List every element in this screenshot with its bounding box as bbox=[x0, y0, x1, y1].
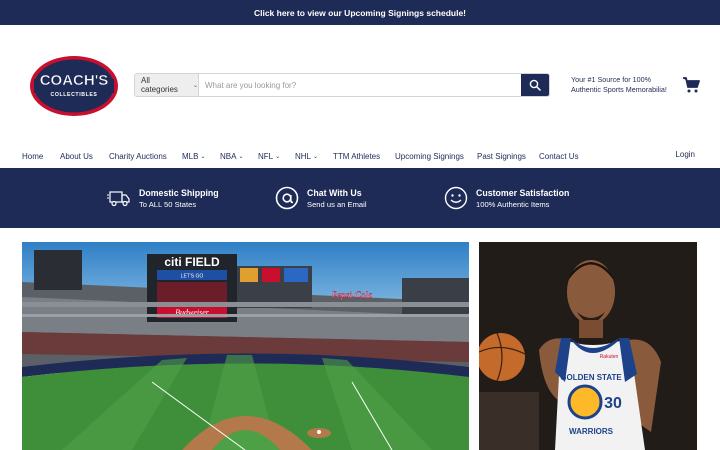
nav-item-label: Charity Auctions bbox=[109, 151, 167, 161]
benefit-title: Domestic Shipping bbox=[139, 187, 219, 198]
chevron-down-icon: ⌄ bbox=[192, 82, 198, 89]
nav-item-label: About Us bbox=[60, 151, 93, 161]
nav-item-label: MLB bbox=[182, 151, 199, 161]
announcement-text[interactable]: Click here to view our Upcoming Signings… bbox=[254, 8, 466, 18]
logo-wordmark: COACH'S bbox=[40, 72, 109, 89]
chevron-down-icon: ⌄ bbox=[200, 153, 206, 160]
nav-item-nba[interactable]: NBA ⌄ bbox=[220, 152, 243, 161]
jersey-team-line1: GOLDEN STATE bbox=[560, 373, 622, 382]
nav-item-home[interactable]: Home bbox=[22, 152, 43, 161]
announcement-bar[interactable]: Click here to view our Upcoming Signings… bbox=[0, 0, 720, 25]
at-sign-icon bbox=[275, 186, 299, 210]
jersey-number: 30 bbox=[604, 395, 622, 412]
nav-item-ttm-athletes[interactable]: TTM Athletes bbox=[333, 152, 380, 161]
nav-item-about-us[interactable]: About Us bbox=[60, 152, 93, 161]
scoreboard-sign: LET'S GO bbox=[181, 274, 204, 280]
search-bar: All categories ⌄ bbox=[134, 73, 550, 97]
benefit-satisfaction: Customer Satisfaction 100% Authentic Ite… bbox=[444, 168, 569, 228]
nav-item-label: TTM Athletes bbox=[333, 151, 381, 161]
benefit-subtitle: To ALL 50 States bbox=[139, 199, 197, 209]
search-input[interactable] bbox=[199, 74, 521, 96]
search-icon bbox=[529, 79, 541, 91]
hero-image-player[interactable]: Rakuten GOLDEN STATE 30 WARRIORS bbox=[479, 242, 697, 450]
nav-item-label: Upcoming Signings bbox=[395, 151, 464, 161]
category-select-label: All categories bbox=[141, 76, 178, 94]
jersey-sponsor: Rakuten bbox=[600, 354, 619, 360]
jersey-team-line2: WARRIORS bbox=[569, 427, 614, 436]
benefit-title: Chat With Us bbox=[307, 187, 362, 198]
benefit-subtitle: 100% Authentic Items bbox=[476, 199, 550, 209]
player-illustration: Rakuten GOLDEN STATE 30 WARRIORS bbox=[479, 242, 697, 450]
chevron-down-icon: ⌄ bbox=[313, 153, 319, 160]
benefit-title: Customer Satisfaction bbox=[476, 187, 570, 198]
nav-item-upcoming-signings[interactable]: Upcoming Signings bbox=[395, 152, 464, 161]
tagline: Your #1 Source for 100% Authentic Sports… bbox=[571, 75, 671, 95]
benefit-chat[interactable]: Chat With Us Send us an Email bbox=[275, 168, 367, 228]
nav-item-contact-us[interactable]: Contact Us bbox=[539, 152, 579, 161]
search-button[interactable] bbox=[521, 74, 549, 96]
nav-item-label: Past Signings bbox=[477, 151, 526, 161]
tagline-line1: Your #1 Source for 100% bbox=[571, 75, 652, 84]
chevron-down-icon: ⌄ bbox=[275, 153, 281, 160]
nav-item-label: Home bbox=[22, 151, 44, 161]
benefit-shipping: Domestic Shipping To ALL 50 States bbox=[107, 168, 219, 228]
nav-item-label: NFL bbox=[258, 151, 274, 161]
cart-icon[interactable] bbox=[682, 76, 700, 94]
nav-item-label: NHL bbox=[295, 151, 312, 161]
chevron-down-icon: ⌄ bbox=[238, 153, 244, 160]
smiley-icon bbox=[444, 186, 468, 210]
nav-item-past-signings[interactable]: Past Signings bbox=[477, 152, 526, 161]
login-link[interactable]: Login bbox=[675, 150, 695, 159]
nav-item-nhl[interactable]: NHL ⌄ bbox=[295, 152, 318, 161]
tagline-line2: Authentic Sports Memorabilia! bbox=[571, 85, 667, 94]
nav-item-label: NBA bbox=[220, 151, 237, 161]
nav-item-mlb[interactable]: MLB ⌄ bbox=[182, 152, 205, 161]
benefit-subtitle: Send us an Email bbox=[307, 199, 367, 209]
truck-icon bbox=[107, 191, 130, 207]
hero-image-stadium[interactable]: citi FIELD LET'S GO Budweiser Pepsi-Cola bbox=[22, 242, 469, 450]
scoreboard-title: citi FIELD bbox=[164, 255, 220, 269]
main-nav: Home About Us Charity Auctions MLB ⌄ NBA ⌄… bbox=[0, 145, 720, 167]
nav-item-nfl[interactable]: NFL ⌄ bbox=[258, 152, 280, 161]
pepsi-sign: Pepsi-Cola bbox=[331, 290, 373, 300]
site-header: COACH'S COLLECTIBLES All categories ⌄ Yo… bbox=[0, 25, 720, 145]
nav-item-label: Contact Us bbox=[539, 151, 579, 161]
site-logo[interactable]: COACH'S COLLECTIBLES bbox=[28, 55, 120, 117]
nav-item-charity-auctions[interactable]: Charity Auctions bbox=[109, 152, 167, 161]
benefits-bar: Domestic Shipping To ALL 50 States Chat … bbox=[0, 168, 720, 228]
category-select[interactable]: All categories ⌄ bbox=[135, 74, 199, 96]
stadium-illustration: citi FIELD LET'S GO Budweiser Pepsi-Cola bbox=[22, 242, 469, 450]
logo-subtext: COLLECTIBLES bbox=[51, 92, 98, 98]
